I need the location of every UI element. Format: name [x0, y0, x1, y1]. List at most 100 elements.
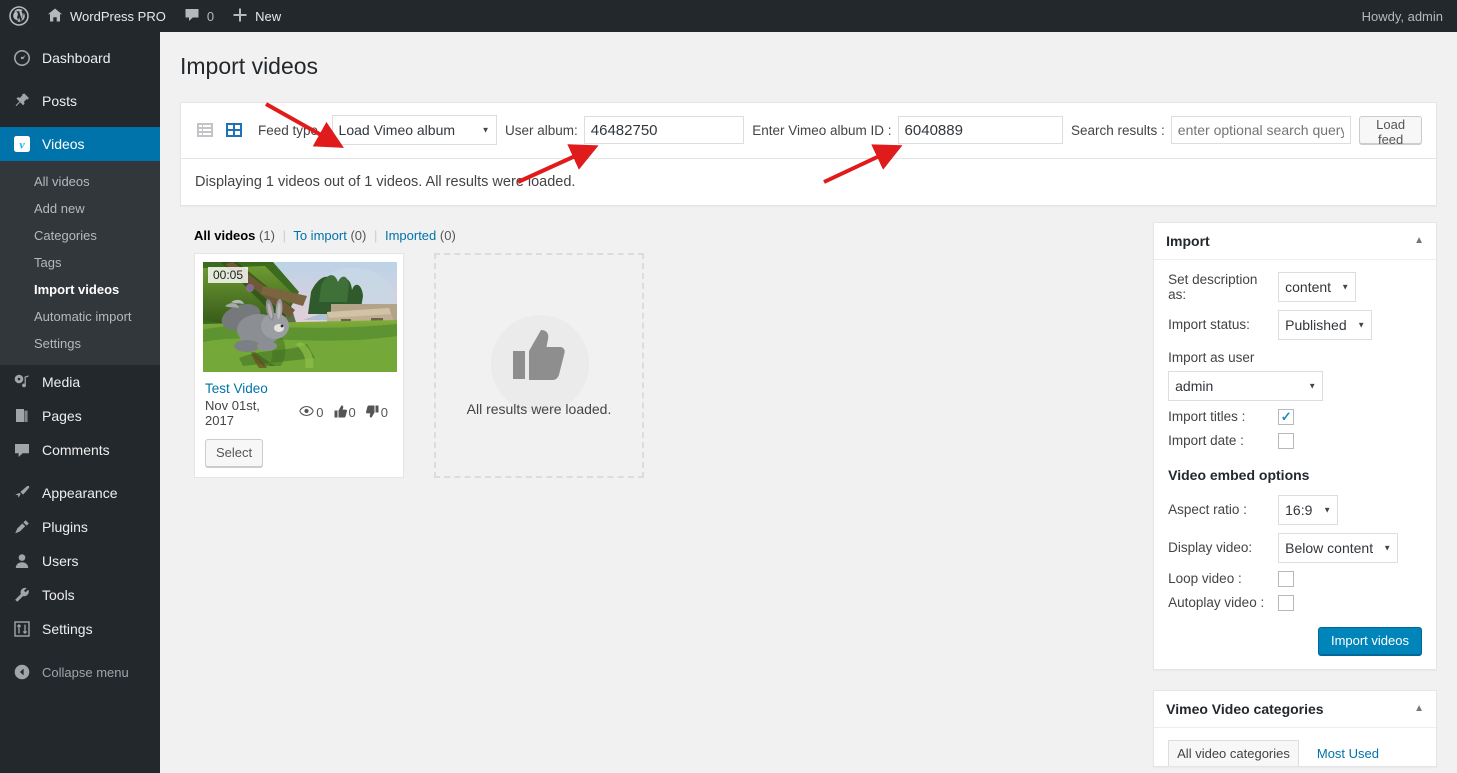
howdy-menu[interactable]: Howdy, admin	[1362, 9, 1457, 24]
collapse-arrow-icon	[12, 662, 32, 682]
thumbs-down-icon	[365, 405, 379, 421]
video-dislikes-stat: 0	[365, 405, 388, 421]
sidebar-item-label: Media	[42, 374, 81, 390]
import-date-label: Import date :	[1168, 433, 1244, 449]
site-name-label: WordPress PRO	[70, 8, 166, 24]
sidebar-item-appearance[interactable]: Appearance	[0, 476, 160, 510]
all-results-placeholder: All results were loaded.	[434, 252, 644, 478]
filter-imported[interactable]: Imported	[385, 228, 436, 243]
videos-submenu: All videos Add new Categories Tags Impor…	[0, 161, 160, 365]
feed-type-select-wrap: Load Vimeo album	[331, 115, 497, 146]
import-as-user-select-wrap: admin	[1168, 370, 1324, 401]
submenu-item-add-new[interactable]: Add new	[0, 195, 160, 222]
wrench-icon	[12, 585, 32, 605]
import-metabox-header[interactable]: Import ▲	[1154, 223, 1436, 260]
video-title-link[interactable]: Test Video	[205, 381, 395, 396]
collapse-menu-button[interactable]: Collapse menu	[0, 655, 160, 689]
submenu-item-all-videos[interactable]: All videos	[0, 168, 160, 195]
videos-and-sidebar: All videos (1) | To import (0) | Importe…	[160, 221, 1457, 773]
sliders-icon	[12, 619, 32, 639]
sidebar-item-comments[interactable]: Comments	[0, 433, 160, 467]
paintbrush-icon	[12, 483, 32, 503]
set-description-row: Set description as: content	[1168, 271, 1422, 302]
sidebar-item-plugins[interactable]: Plugins	[0, 510, 160, 544]
filter-imported-count: (0)	[439, 227, 456, 243]
videos-filter-links: All videos (1) | To import (0) | Importe…	[180, 222, 1141, 253]
list-view-icon[interactable]	[195, 120, 215, 140]
sidebar-item-label: Plugins	[42, 519, 88, 535]
feed-type-select[interactable]: Load Vimeo album	[331, 115, 497, 146]
import-status-label: Import status:	[1168, 317, 1250, 333]
site-name-button[interactable]: WordPress PRO	[38, 0, 175, 32]
plug-icon	[12, 517, 32, 537]
admin-bar: WordPress PRO 0 New Howdy, admin	[0, 0, 1457, 32]
filter-to-import[interactable]: To import	[293, 228, 346, 243]
filter-to-import-count: (0)	[350, 227, 367, 243]
grid-view-icon[interactable]	[224, 120, 244, 140]
autoplay-video-checkbox[interactable]	[1278, 594, 1295, 611]
tab-most-used[interactable]: Most Used	[1309, 741, 1387, 766]
submenu-item-settings[interactable]: Settings	[0, 330, 160, 357]
categories-tabs: All video categories Most Used	[1154, 728, 1436, 766]
sidebar-item-label: Settings	[42, 621, 93, 637]
loop-video-checkbox[interactable]	[1278, 570, 1295, 587]
import-date-checkbox[interactable]	[1278, 432, 1295, 449]
tab-all-video-categories[interactable]: All video categories	[1168, 739, 1299, 766]
submenu-item-tags[interactable]: Tags	[0, 249, 160, 276]
sidebar-item-label: Videos	[42, 136, 85, 152]
plus-icon	[232, 7, 248, 26]
sidebar-item-users[interactable]: Users	[0, 544, 160, 578]
comments-button[interactable]: 0	[175, 0, 223, 32]
chevron-up-icon[interactable]: ▲	[1414, 703, 1424, 714]
album-id-label: Enter Vimeo album ID :	[752, 122, 892, 138]
import-as-user-select[interactable]: admin	[1168, 370, 1324, 401]
sidebar-item-posts[interactable]: Posts	[0, 84, 160, 118]
sidebar-item-label: Tools	[42, 587, 75, 603]
display-video-select[interactable]: Below content	[1278, 532, 1399, 563]
video-views-stat: 0	[299, 405, 324, 420]
import-status-row: Import status: Published	[1168, 309, 1422, 340]
load-feed-button[interactable]: Load feed	[1359, 116, 1422, 147]
import-metabox-title: Import	[1166, 232, 1210, 249]
feed-status-text: Displaying 1 videos out of 1 videos. All…	[195, 173, 576, 190]
video-dislikes-count: 0	[380, 405, 388, 421]
import-titles-row: Import titles : ✓	[1168, 408, 1422, 425]
categories-metabox-header[interactable]: Vimeo Video categories ▲	[1154, 691, 1436, 728]
set-description-label: Set description as:	[1168, 271, 1258, 302]
aspect-ratio-row: Aspect ratio : 16:9	[1168, 494, 1422, 525]
sidebar-item-label: Comments	[42, 442, 110, 458]
video-thumbnail[interactable]: 00:05	[203, 261, 397, 372]
video-card[interactable]: 00:05 Test Video Nov 01st, 2017 0 0 0 Se…	[194, 252, 404, 478]
album-id-input[interactable]	[897, 116, 1063, 145]
sidebar-item-pages[interactable]: Pages	[0, 399, 160, 433]
submenu-item-import-videos[interactable]: Import videos	[0, 276, 160, 303]
aspect-ratio-select-wrap: 16:9	[1278, 494, 1339, 525]
sidebar-item-dashboard[interactable]: Dashboard	[0, 41, 160, 75]
import-as-user-row: admin	[1168, 370, 1422, 401]
wordpress-logo-button[interactable]	[0, 0, 38, 32]
submenu-item-automatic-import[interactable]: Automatic import	[0, 303, 160, 330]
set-description-select[interactable]: content	[1278, 271, 1357, 302]
chevron-up-icon[interactable]: ▲	[1414, 235, 1424, 246]
new-button[interactable]: New	[223, 0, 290, 32]
filter-all-videos[interactable]: All videos	[194, 228, 255, 243]
import-titles-checkbox[interactable]: ✓	[1278, 408, 1295, 425]
admin-sidebar: Dashboard Posts v Videos All videos Add …	[0, 32, 168, 773]
aspect-ratio-select[interactable]: 16:9	[1278, 494, 1339, 525]
submenu-item-categories[interactable]: Categories	[0, 222, 160, 249]
sidebar-item-tools[interactable]: Tools	[0, 578, 160, 612]
sidebar-item-media[interactable]: Media	[0, 365, 160, 399]
dashboard-icon	[12, 48, 32, 68]
user-album-input[interactable]	[583, 116, 744, 145]
search-input[interactable]	[1170, 116, 1351, 145]
sidebar-item-videos[interactable]: v Videos	[0, 127, 168, 161]
sidebar-item-settings[interactable]: Settings	[0, 612, 160, 646]
select-video-button[interactable]: Select	[205, 438, 264, 467]
comments-count: 0	[206, 8, 215, 24]
import-metabox-body: Set description as: content Import statu…	[1154, 260, 1436, 669]
video-date: Nov 01st, 2017	[205, 397, 260, 428]
import-metabox: Import ▲ Set description as: content Imp…	[1153, 221, 1437, 670]
import-status-select[interactable]: Published	[1278, 309, 1373, 340]
main-content: Import videos Feed type : Load Vimeo alb…	[160, 32, 1457, 773]
import-videos-button[interactable]: Import videos	[1317, 626, 1422, 655]
